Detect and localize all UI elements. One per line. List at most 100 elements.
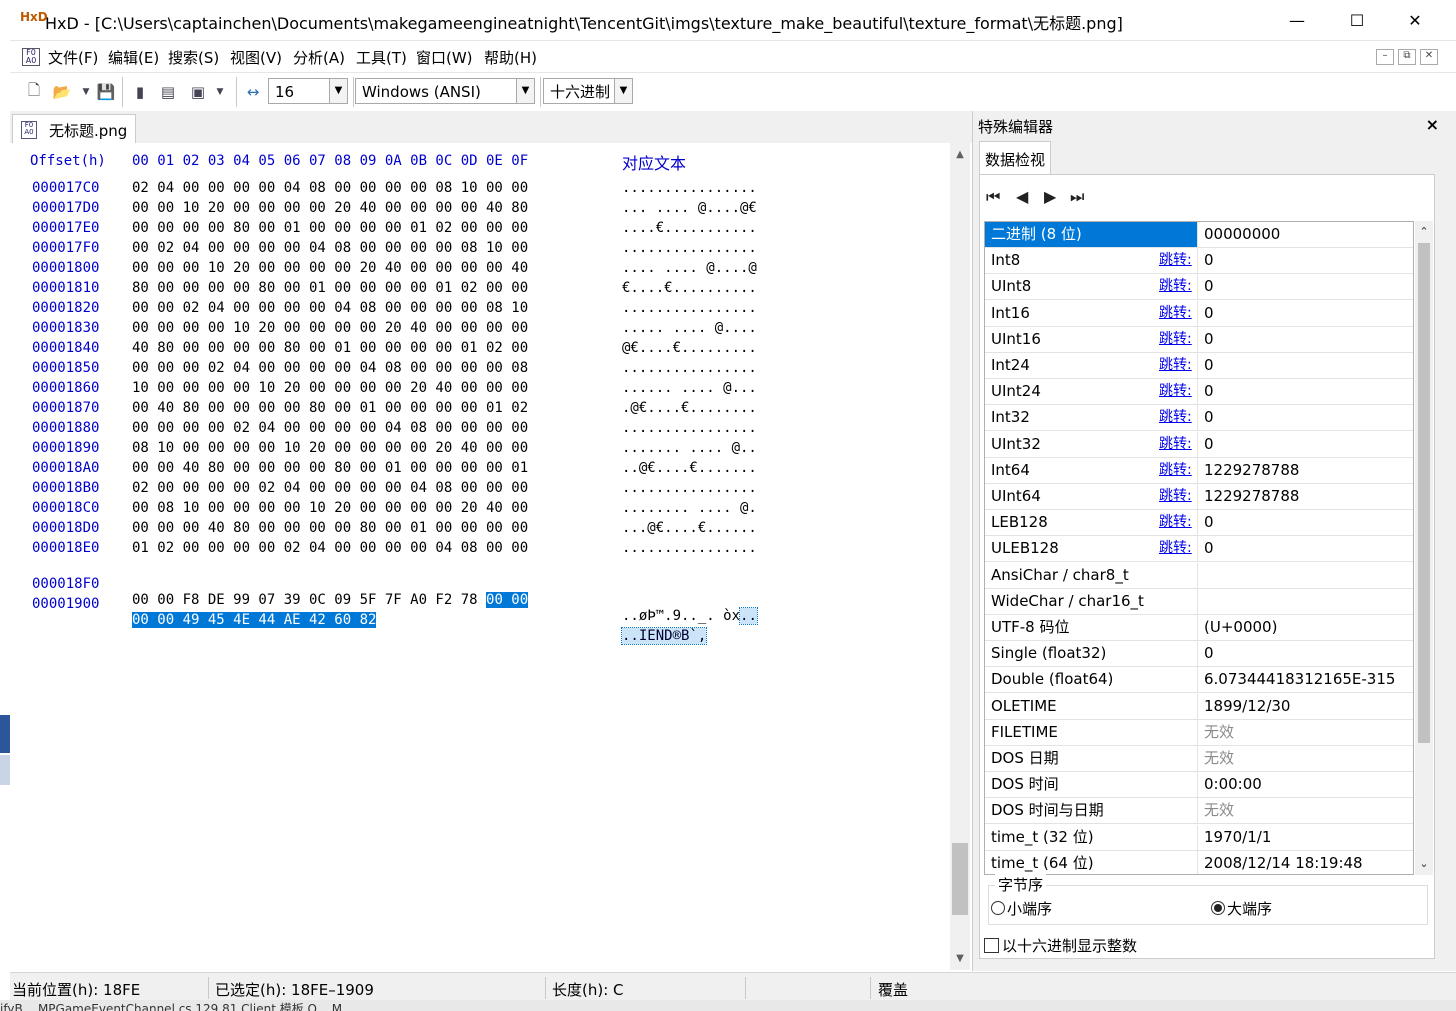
row-bytes[interactable]: 00 00 49 45 4E 44 AE 42 60 82 — [132, 612, 377, 628]
inspector-row[interactable]: Double (float64) 6.07344418312165E-315 — [985, 667, 1413, 694]
tab-data-inspector[interactable]: 数据检视 — [979, 141, 1051, 175]
inspector-row[interactable]: UInt8 跳转: 0 — [985, 274, 1413, 301]
last-icon[interactable]: ⏭ — [1070, 187, 1084, 207]
radio-icon[interactable] — [1211, 901, 1225, 915]
row-text[interactable]: .... .... @....@ — [622, 260, 757, 276]
inspector-row[interactable]: Int16 跳转: 0 — [985, 300, 1413, 327]
hex-row[interactable]: 00001900 00 00 49 45 4E 44 AE 42 60 82 .… — [10, 580, 708, 645]
next-icon[interactable]: ▶ — [1044, 187, 1056, 206]
inspector-value[interactable]: 0:00:00 — [1204, 772, 1262, 797]
jump-link[interactable]: 跳转: — [1159, 484, 1192, 509]
row-text[interactable]: .@€....€........ — [622, 400, 757, 416]
minimize-button[interactable]: — — [1268, 0, 1326, 40]
jump-link[interactable]: 跳转: — [1159, 274, 1192, 299]
inspector-value[interactable]: 0 — [1204, 274, 1214, 299]
inspector-value[interactable]: 2008/12/14 18:19:48 — [1204, 851, 1363, 874]
menu-view[interactable]: 视图(V) — [230, 47, 282, 68]
inspector-row[interactable]: Int64 跳转: 1229278788 — [985, 457, 1413, 484]
first-icon[interactable]: ⏮ — [986, 187, 1000, 207]
radio-icon[interactable] — [991, 901, 1005, 915]
hex-integer-checkbox[interactable]: 以十六进制显示整数 — [984, 935, 1137, 956]
inspector-row[interactable]: LEB128 跳转: 0 — [985, 510, 1413, 537]
inspector-value[interactable]: 0 — [1204, 301, 1214, 326]
close-panel-icon[interactable]: × — [1426, 115, 1439, 134]
row-bytes[interactable]: 00 00 10 20 00 00 00 00 20 40 00 00 00 0… — [132, 200, 528, 216]
ram-icon[interactable]: ▤ — [158, 82, 178, 102]
inspector-value[interactable]: (U+0000) — [1204, 615, 1277, 640]
inspector-row[interactable]: UInt32 跳转: 0 — [985, 431, 1413, 458]
row-bytes[interactable]: 00 40 80 00 00 00 00 80 00 01 00 00 00 0… — [132, 400, 528, 416]
inspector-row[interactable]: DOS 日期 无效 — [985, 746, 1413, 772]
inspector-row[interactable]: OLETIME 1899/12/30 — [985, 693, 1413, 720]
offset-base-combo[interactable]: 十六进制 ▼ — [543, 78, 633, 104]
inspector-row[interactable]: Single (float32) 0 — [985, 641, 1413, 668]
row-text[interactable]: ..@€....€....... — [622, 460, 757, 476]
inspector-value[interactable]: 0 — [1204, 432, 1214, 457]
inspector-value[interactable]: 0 — [1204, 510, 1214, 535]
document-icon[interactable]: F0 A0 — [22, 48, 40, 66]
inspector-row[interactable]: DOS 时间与日期 无效 — [985, 798, 1413, 825]
row-text[interactable]: ..IEND®B`‚ — [620, 627, 708, 645]
hex-row[interactable]: 000018F0 00 00 F8 DE 99 07 39 0C 09 5F 7… — [10, 560, 758, 625]
prev-icon[interactable]: ◀ — [1016, 187, 1028, 206]
jump-link[interactable]: 跳转: — [1159, 458, 1192, 483]
row-bytes[interactable]: 00 00 00 00 80 00 01 00 00 00 00 01 02 0… — [132, 220, 528, 236]
row-bytes[interactable]: 00 02 04 00 00 00 00 04 08 00 00 00 00 0… — [132, 240, 528, 256]
row-bytes[interactable]: 02 04 00 00 00 00 04 08 00 00 00 00 08 1… — [132, 180, 528, 196]
charset-combo[interactable]: Windows (ANSI) ▼ — [355, 78, 535, 104]
inspector-row[interactable]: FILETIME 无效 — [985, 719, 1413, 746]
row-bytes[interactable]: 00 00 00 00 02 04 00 00 00 00 04 08 00 0… — [132, 420, 528, 436]
close-window-button[interactable]: ✕ — [1386, 0, 1444, 40]
inspector-scrollbar[interactable]: ⌃ ⌄ — [1415, 221, 1433, 875]
inspector-row[interactable]: time_t (32 位) 1970/1/1 — [985, 824, 1413, 851]
row-text[interactable]: @€....€......... — [622, 340, 757, 356]
row-text[interactable]: ........ .... @. — [622, 500, 757, 516]
inspector-row[interactable]: UInt64 跳转: 1229278788 — [985, 484, 1413, 510]
inspector-value[interactable]: 1899/12/30 — [1204, 694, 1290, 719]
inspector-value[interactable]: 0 — [1204, 536, 1214, 561]
inspector-row[interactable]: Int32 跳转: 0 — [985, 405, 1413, 432]
disk-icon[interactable]: ▮ — [130, 82, 150, 102]
jump-link[interactable]: 跳转: — [1159, 405, 1192, 430]
inspector-row[interactable]: 二进制 (8 位) 00000000 — [985, 222, 1413, 248]
chevron-down-icon[interactable]: ▼ — [329, 79, 347, 103]
inspector-row[interactable]: DOS 时间 0:00:00 — [985, 772, 1413, 799]
menu-help[interactable]: 帮助(H) — [484, 47, 537, 68]
scroll-thumb[interactable] — [952, 843, 968, 915]
row-bytes[interactable]: 00 00 00 02 04 00 00 00 00 04 08 00 00 0… — [132, 360, 528, 376]
maximize-button[interactable]: ☐ — [1328, 0, 1386, 40]
row-text[interactable]: ....€........... — [622, 220, 757, 236]
row-bytes[interactable]: 00 00 00 40 80 00 00 00 00 80 00 01 00 0… — [132, 520, 528, 536]
export-dropdown-icon[interactable]: ▼ — [210, 82, 230, 102]
row-bytes[interactable]: 01 02 00 00 00 00 02 04 00 00 00 00 04 0… — [132, 540, 528, 556]
row-text[interactable]: ..... .... @.... — [622, 320, 757, 336]
save-icon[interactable]: 💾 — [96, 82, 116, 102]
bytes-per-row-combo[interactable]: 16 ▼ — [268, 78, 348, 104]
row-bytes[interactable]: 10 00 00 00 00 10 20 00 00 00 00 20 40 0… — [132, 380, 528, 396]
inspector-row[interactable]: UInt16 跳转: 0 — [985, 326, 1413, 353]
scroll-down-icon[interactable]: ▼ — [950, 949, 970, 969]
inspector-value[interactable]: 00000000 — [1204, 222, 1280, 247]
row-text[interactable]: ................ — [622, 540, 757, 556]
scroll-up-icon[interactable]: ⌃ — [1415, 223, 1433, 241]
inspector-value[interactable]: 0 — [1204, 641, 1214, 666]
inspector-value[interactable]: 0 — [1204, 248, 1214, 273]
inspector-row[interactable]: AnsiChar / char8_t — [985, 562, 1413, 589]
scroll-thumb[interactable] — [1418, 243, 1430, 743]
hex-vertical-scrollbar[interactable]: ▲ ▼ — [950, 143, 970, 970]
row-text[interactable]: ..øÞ™.9.._. òx.. — [622, 607, 758, 625]
row-text[interactable]: ................ — [622, 360, 757, 376]
inspector-row[interactable]: time_t (64 位) 2008/12/14 18:19:48 — [985, 850, 1413, 874]
row-text[interactable]: ................ — [622, 480, 757, 496]
row-text[interactable]: ................ — [622, 420, 757, 436]
inspector-value[interactable]: 0 — [1204, 405, 1214, 430]
inspector-value[interactable]: 0 — [1204, 379, 1214, 404]
chevron-down-icon[interactable]: ▼ — [516, 79, 534, 103]
inspector-value[interactable]: 1970/1/1 — [1204, 825, 1271, 850]
jump-link[interactable]: 跳转: — [1159, 248, 1192, 273]
little-endian-radio[interactable]: 小端序 — [991, 898, 1052, 919]
jump-link[interactable]: 跳转: — [1159, 432, 1192, 457]
jump-link[interactable]: 跳转: — [1159, 353, 1192, 378]
hex-editor[interactable]: Offset(h) 00 01 02 03 04 05 06 07 08 09 … — [10, 143, 950, 970]
jump-link[interactable]: 跳转: — [1159, 301, 1192, 326]
